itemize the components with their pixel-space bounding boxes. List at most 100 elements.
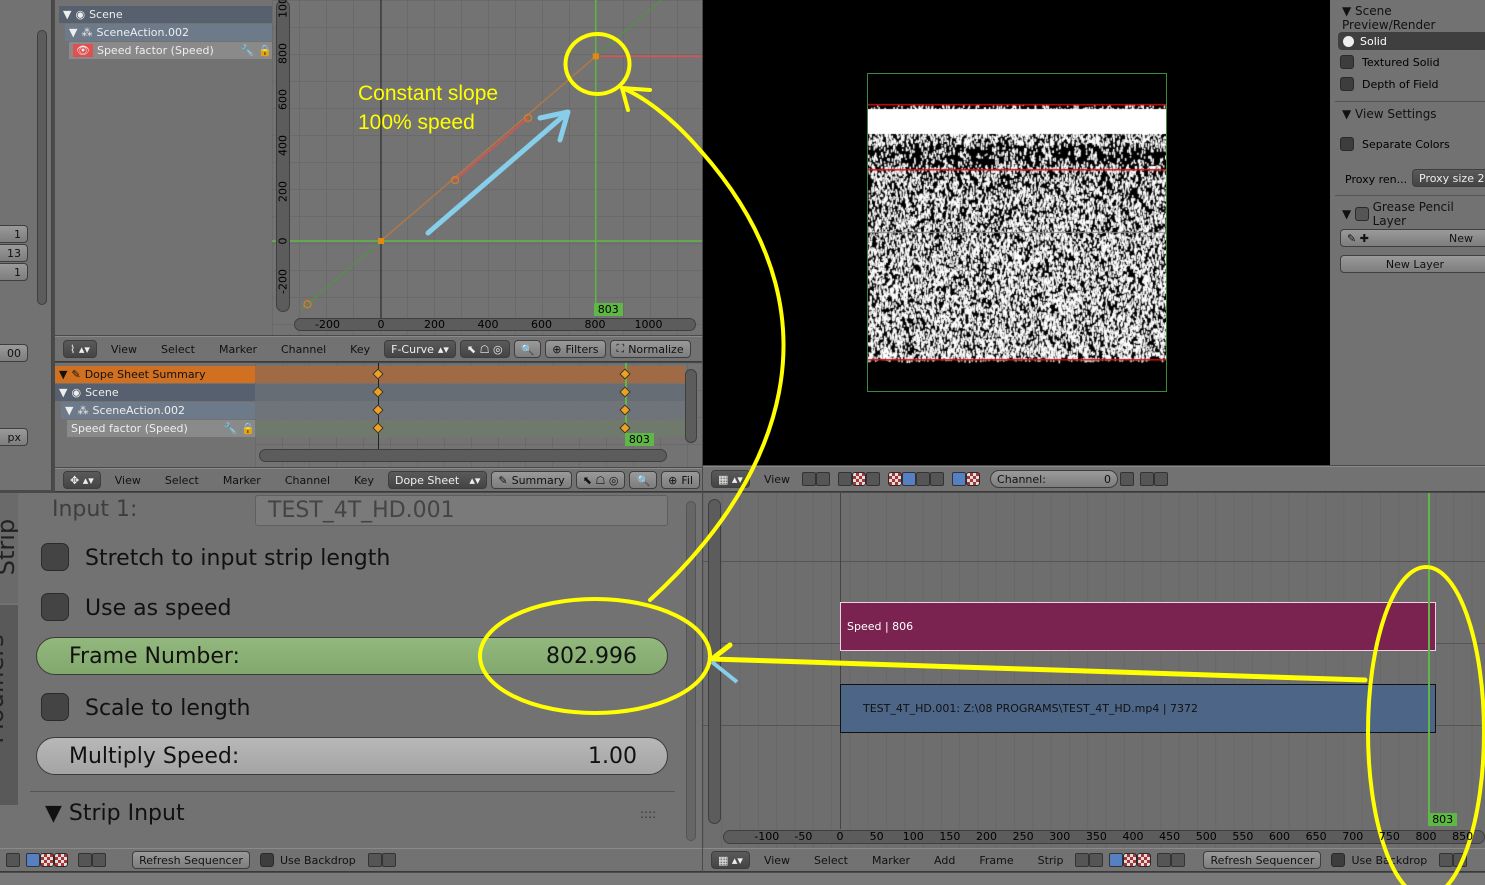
clock-icon[interactable]: [1075, 853, 1090, 867]
fcurve-line[interactable]: [380, 55, 597, 242]
refresh-sequencer-button[interactable]: Refresh Sequencer: [1203, 851, 1322, 869]
shelf-value-4[interactable]: 00: [0, 344, 28, 362]
mode-dropdown[interactable]: Dope Sheet ▴▾: [387, 471, 488, 489]
frame-number-field[interactable]: Frame Number: 802.996: [36, 637, 668, 675]
render-icon[interactable]: [1140, 472, 1155, 486]
checker-icon[interactable]: [966, 472, 981, 486]
sequencer-preview-icon[interactable]: [54, 853, 68, 867]
menu-add[interactable]: Add: [922, 854, 967, 867]
view-type-icon[interactable]: [26, 853, 40, 867]
ghost-icon[interactable]: [1120, 472, 1135, 486]
channel-action[interactable]: ▼ ⁂ SceneAction.002: [61, 402, 255, 419]
tab-strip[interactable]: Strip: [0, 493, 18, 603]
sequencer-timeline[interactable]: 012Speed | 806TEST_4T_HD.001: Z:\08 PROG…: [703, 493, 1485, 848]
clapper-icon[interactable]: [1453, 853, 1468, 867]
menu-frame[interactable]: Frame: [967, 854, 1025, 867]
lock-icon[interactable]: [6, 853, 20, 867]
menu-view[interactable]: View: [99, 343, 149, 356]
filters-button[interactable]: ⊕ Fil: [661, 471, 700, 489]
histogram-icon[interactable]: [930, 472, 945, 486]
use-backdrop-checkbox[interactable]: [1331, 853, 1346, 867]
expand-triangle-icon[interactable]: ▼: [59, 368, 67, 381]
editor-type-button[interactable]: ✥ ▴▾: [63, 471, 101, 489]
tab-modifiers[interactable]: Modifiers: [0, 605, 18, 805]
sequencer-preview[interactable]: [703, 0, 1330, 465]
copy-icon[interactable]: [1157, 853, 1172, 867]
paste-icon[interactable]: [92, 853, 106, 867]
graph-canvas[interactable]: [272, 0, 702, 335]
lock-icon[interactable]: [816, 472, 831, 486]
cursor-icon[interactable]: ⬉ ☖ ◎: [459, 340, 510, 358]
menu-view[interactable]: View: [103, 474, 153, 487]
menu-key[interactable]: Key: [342, 474, 386, 487]
menu-marker[interactable]: Marker: [860, 854, 922, 867]
clapper-icon[interactable]: [1154, 472, 1169, 486]
mode-dropdown[interactable]: F-Curve ▴▾: [384, 340, 456, 358]
preview-view-icon[interactable]: [1123, 853, 1138, 867]
depth-of-field-checkbox[interactable]: Depth of Field: [1340, 77, 1439, 91]
both-view-icon[interactable]: [1137, 853, 1152, 867]
render-icon[interactable]: [367, 853, 382, 867]
expand-triangle-icon[interactable]: ▼: [65, 404, 73, 417]
expand-triangle-icon[interactable]: ▼: [63, 8, 71, 21]
menu-select[interactable]: Select: [149, 343, 207, 356]
proxy-size-dropdown[interactable]: Proxy size 25: [1412, 169, 1485, 187]
menu-select[interactable]: Select: [802, 854, 860, 867]
grease-pencil-panel-header[interactable]: ▼ Grease Pencil Layer: [1342, 200, 1485, 228]
lock-icon[interactable]: 🔒: [241, 422, 255, 435]
editor-type-button[interactable]: ▦ ▴▾: [711, 851, 750, 869]
channel-action[interactable]: ▼ ⁂ SceneAction.002: [65, 24, 272, 41]
separate-colors-checkbox[interactable]: Separate Colors: [1340, 137, 1450, 151]
properties-scrollbar[interactable]: [686, 501, 696, 841]
dope-v-scrollbar[interactable]: [685, 369, 697, 443]
new-grease-pencil-button[interactable]: ✎ ✚ New: [1340, 229, 1485, 247]
editor-type-button[interactable]: ▦ ▴▾: [711, 470, 750, 488]
shelf-value-5[interactable]: px: [0, 428, 28, 446]
filters-button[interactable]: ⊕ Filters: [545, 340, 606, 358]
input1-field[interactable]: TEST_4T_HD.001: [255, 495, 668, 526]
menu-marker[interactable]: Marker: [207, 343, 269, 356]
waveform-icon[interactable]: [902, 472, 917, 486]
image-mode-icon[interactable]: [888, 472, 903, 486]
zoom-icon[interactable]: 🔍: [629, 471, 658, 489]
menu-marker[interactable]: Marker: [211, 474, 273, 487]
channel-scene[interactable]: ▼ ◉ Scene: [55, 384, 255, 401]
lock-icon[interactable]: 🔒: [258, 44, 272, 57]
textured-solid-checkbox[interactable]: Textured Solid: [1340, 55, 1440, 69]
keyframe-point[interactable]: [378, 238, 384, 244]
strip-input-panel-header[interactable]: ▼ Strip Input: [45, 801, 185, 826]
alpha-icon[interactable]: [952, 472, 967, 486]
use-as-speed-checkbox[interactable]: [41, 593, 69, 621]
solid-radio[interactable]: Solid: [1338, 32, 1485, 50]
shelf-value-2[interactable]: 13: [0, 244, 28, 262]
multiply-speed-field[interactable]: Multiply Speed: 1.00: [36, 737, 668, 775]
menu-view[interactable]: View: [752, 473, 802, 486]
both-view-icon[interactable]: [866, 472, 881, 486]
channel-scene[interactable]: ▼ ◉ Scene: [59, 6, 272, 23]
dope-h-scrollbar[interactable]: [259, 449, 667, 462]
copy-icon[interactable]: [78, 853, 92, 867]
keyframe-point[interactable]: [592, 53, 599, 60]
expand-triangle-icon[interactable]: ▼: [69, 26, 77, 39]
preview-view-icon[interactable]: [852, 472, 867, 486]
render-icon[interactable]: [1439, 853, 1454, 867]
use-backdrop-checkbox[interactable]: [260, 853, 274, 867]
tool-shelf-scrollbar[interactable]: [37, 30, 47, 305]
wrench-icon[interactable]: 🔧: [241, 44, 255, 57]
clapper-icon[interactable]: [381, 853, 396, 867]
sequencer-strip[interactable]: TEST_4T_HD.001: Z:\08 PROGRAMS\TEST_4T_H…: [840, 684, 1437, 733]
wrench-icon[interactable]: 🔧: [224, 422, 238, 435]
summary-toggle[interactable]: ✎ Summary: [491, 471, 572, 489]
new-layer-button[interactable]: New Layer: [1340, 255, 1485, 273]
shelf-value-3[interactable]: 1: [0, 263, 28, 281]
sequencer-strip[interactable]: Speed | 806: [840, 602, 1437, 651]
normalize-button[interactable]: ⛶ Normalize: [609, 340, 691, 358]
preview-icon[interactable]: [40, 853, 54, 867]
channel-speed-factor[interactable]: 👁 Speed factor (Speed) 🔧 🔒: [69, 42, 272, 59]
channel-speed-factor[interactable]: Speed factor (Speed) 🔧 🔒: [67, 420, 255, 437]
menu-channel[interactable]: Channel: [269, 343, 338, 356]
menu-strip[interactable]: Strip: [1026, 854, 1076, 867]
menu-select[interactable]: Select: [153, 474, 211, 487]
drag-handle-icon[interactable]: ::::: [640, 807, 656, 821]
menu-channel[interactable]: Channel: [273, 474, 342, 487]
